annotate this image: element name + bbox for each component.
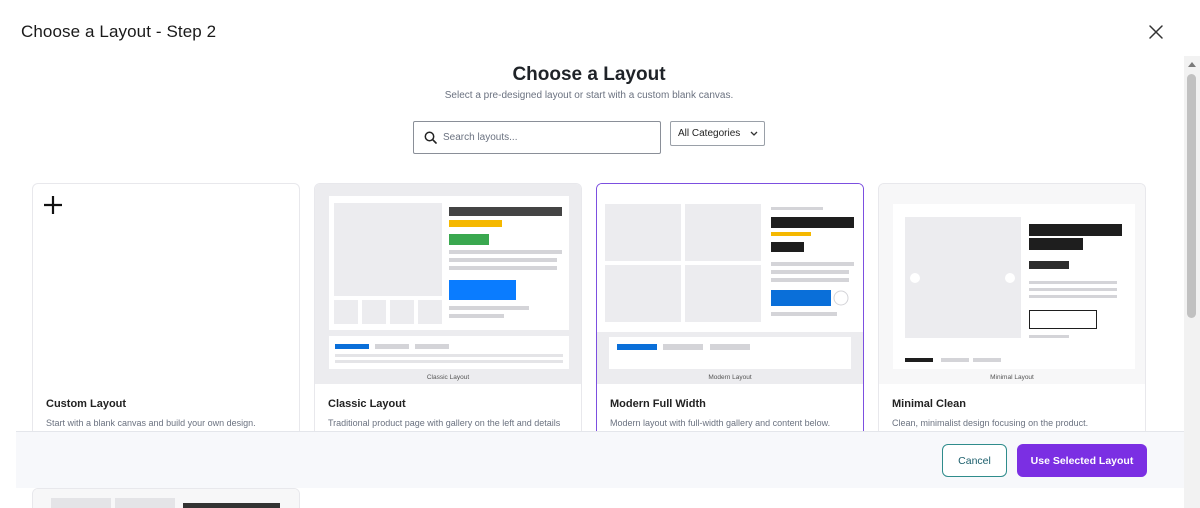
thumb-label: Modern Layout: [708, 374, 752, 381]
plus-icon: [44, 196, 62, 214]
search-icon: [424, 131, 437, 144]
page-title: Choose a Layout: [512, 64, 666, 85]
layout-preview: [879, 184, 1145, 384]
card-description: Modern layout with full-width gallery an…: [610, 418, 831, 428]
card-title: Minimal Clean: [892, 398, 966, 410]
layout-modal: Choose a Layout - Step 2 Choose a Layout…: [0, 0, 1200, 508]
card-description: Start with a blank canvas and build your…: [46, 418, 256, 428]
modal-footer: [16, 431, 1184, 488]
category-select-value: All Categories: [678, 128, 741, 139]
modal-header: Choose a Layout - Step 2: [0, 0, 1200, 64]
cancel-button[interactable]: Cancel: [942, 444, 1007, 477]
card-title: Modern Full Width: [610, 398, 706, 410]
modal-title: Choose a Layout - Step 2: [21, 22, 217, 41]
layout-preview: [315, 184, 581, 384]
scrollbar-thumb[interactable]: [1187, 74, 1196, 318]
layout-card-partial[interactable]: [32, 488, 300, 508]
layout-card-modern[interactable]: Modern Layout Modern Full Width Modern l…: [596, 183, 864, 443]
thumb-label: Classic Layout: [426, 374, 470, 381]
thumb-label: Minimal Layout: [990, 374, 1034, 381]
layout-preview: [597, 184, 863, 384]
modern-preview-mockup: [597, 184, 863, 369]
layout-card-minimal[interactable]: Minimal Layout Minimal Clean Clean, mini…: [878, 183, 1146, 443]
layout-card-custom[interactable]: Custom Layout Start with a blank canvas …: [32, 183, 300, 443]
scrollbar-up-arrow[interactable]: [1188, 62, 1196, 67]
close-button[interactable]: [1146, 22, 1166, 42]
card-title: Custom Layout: [46, 398, 127, 410]
partial-preview-mockup: [33, 489, 299, 508]
page-subtitle: Select a pre-designed layout or start wi…: [444, 90, 734, 101]
card-title: Classic Layout: [328, 398, 406, 410]
layout-card-classic[interactable]: Classic Layout Classic Layout Traditiona…: [314, 183, 582, 443]
search-input[interactable]: [443, 122, 655, 153]
chevron-down-icon: [750, 131, 758, 136]
search-box: [413, 121, 661, 154]
minimal-preview-mockup: [879, 184, 1145, 384]
classic-preview-mockup: [329, 196, 569, 369]
category-select[interactable]: All Categories: [670, 121, 765, 146]
close-icon: [1149, 25, 1163, 39]
use-selected-layout-button[interactable]: Use Selected Layout: [1017, 444, 1147, 477]
card-description: Clean, minimalist design focusing on the…: [892, 418, 1089, 428]
card-description: Traditional product page with gallery on…: [328, 418, 561, 428]
